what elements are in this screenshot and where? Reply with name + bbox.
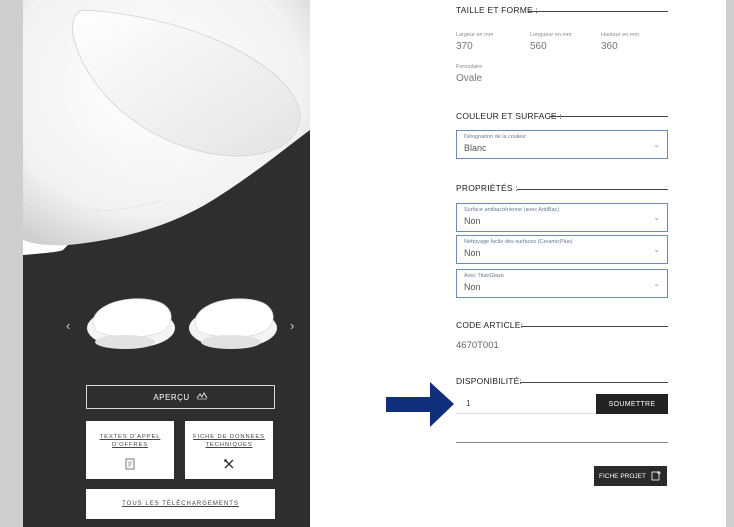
availability-title: DISPONIBILITÉ:: [456, 376, 523, 386]
submit-button[interactable]: SOUMETTRE: [596, 394, 668, 414]
3d-view-icon: [196, 392, 208, 402]
preview-label: APERÇU: [153, 392, 190, 402]
width-value: 370: [456, 41, 473, 52]
length-value: 560: [530, 41, 547, 52]
antibac-select-label: Surface antibactérienne (avec AntiBac): [464, 207, 560, 213]
titanglaze-select[interactable]: Avec TitanGlaze Non ⌄: [456, 269, 668, 298]
ceramicplus-select-value: Non: [464, 248, 481, 258]
product-gallery: ‹ › APERÇU TEXTES D'APPEL D'OFFRES FICHE…: [23, 0, 310, 527]
gallery-next-arrow[interactable]: ›: [290, 318, 294, 333]
ceramicplus-select-label: Nettoyage facile des surfaces (CeramicPl…: [464, 239, 573, 245]
download-card-tender-texts[interactable]: TEXTES D'APPEL D'OFFRES: [86, 421, 174, 479]
add-to-project-icon: [651, 470, 662, 483]
chevron-down-icon: ⌄: [653, 140, 660, 149]
gallery-prev-arrow[interactable]: ‹: [66, 318, 70, 333]
section-divider: [456, 442, 668, 443]
color-select[interactable]: Désignation de la couleur Blanc ⌄: [456, 130, 668, 159]
gallery-thumbnail-2[interactable]: [187, 292, 279, 352]
article-code-title: CODE ARTICLE:: [456, 320, 524, 330]
document-icon: [125, 457, 135, 475]
chevron-down-icon: ⌄: [653, 245, 660, 254]
section-divider: [549, 116, 668, 117]
length-label: Longueur en mm: [530, 32, 572, 38]
download-card-technical-data[interactable]: FICHE DE DONNÉES TECHNIQUES: [185, 421, 273, 479]
height-label: Hauteur en mm: [601, 32, 639, 38]
antibac-select[interactable]: Surface antibactérienne (avec AntiBac) N…: [456, 203, 668, 232]
height-value: 360: [601, 41, 618, 52]
project-sheet-label: FICHE PROJET: [599, 472, 646, 480]
titanglaze-select-value: Non: [464, 282, 481, 292]
project-sheet-button[interactable]: FICHE PROJET: [594, 466, 667, 486]
color-surface-title: COULEUR ET SURFACE :: [456, 111, 562, 121]
shape-value: Ovale: [456, 73, 483, 84]
section-divider: [521, 326, 668, 327]
annotation-arrow-icon: [386, 382, 454, 427]
size-shape-title: TAILLE ET FORME :: [456, 5, 538, 15]
antibac-select-value: Non: [464, 216, 481, 226]
color-select-label: Désignation de la couleur: [464, 134, 527, 140]
chevron-down-icon: ⌄: [653, 279, 660, 288]
color-select-value: Blanc: [464, 143, 487, 153]
preview-button[interactable]: APERÇU: [86, 385, 275, 409]
section-divider: [528, 11, 668, 12]
ceramicplus-select[interactable]: Nettoyage facile des surfaces (CeramicPl…: [456, 235, 668, 264]
all-downloads-button[interactable]: TOUS LES TÉLÉCHARGEMENTS: [86, 489, 275, 519]
width-label: Largeur en mm: [456, 32, 494, 38]
product-main-image: [23, 0, 310, 260]
titanglaze-select-label: Avec TitanGlaze: [464, 273, 504, 279]
properties-title: PROPRIÉTÉS :: [456, 183, 518, 193]
section-divider: [517, 189, 668, 190]
quantity-input[interactable]: [456, 394, 594, 414]
download-label-technical-data: FICHE DE DONNÉES TECHNIQUES: [193, 434, 265, 448]
tools-icon: [223, 457, 235, 475]
article-code-value: 4670T001: [456, 340, 499, 351]
section-divider: [520, 382, 668, 383]
gallery-thumbnail-1[interactable]: [85, 292, 177, 352]
chevron-down-icon: ⌄: [653, 213, 660, 222]
download-label-tender-texts: TEXTES D'APPEL D'OFFRES: [99, 434, 161, 448]
shape-label: Formulaire: [456, 64, 483, 70]
